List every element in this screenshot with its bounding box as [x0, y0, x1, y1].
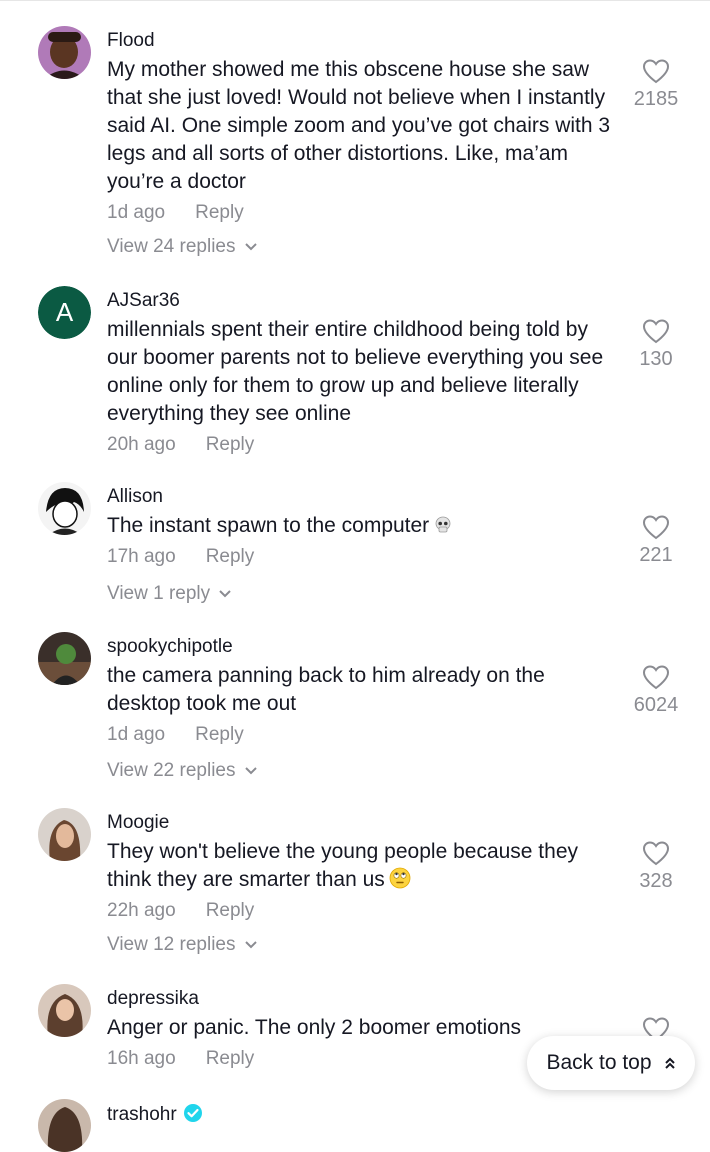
username[interactable]: Moogie — [107, 812, 169, 834]
reply-button[interactable]: Reply — [195, 202, 244, 223]
heart-icon — [642, 841, 670, 866]
avatar[interactable]: A — [38, 286, 91, 339]
comment-meta: 20h ago Reply — [107, 434, 254, 456]
view-replies-label: View 12 replies — [107, 934, 236, 955]
skull-emoji — [435, 516, 451, 533]
avatar[interactable] — [38, 482, 91, 535]
username-text: trashohr — [107, 1104, 177, 1125]
top-divider — [0, 0, 710, 1]
comment-meta: 1d ago Reply — [107, 202, 244, 224]
comment-text-content: They won't believe the young people beca… — [107, 840, 579, 891]
view-replies-button[interactable]: View 22 replies — [107, 760, 258, 782]
avatar[interactable] — [38, 808, 91, 861]
view-replies-button[interactable]: View 12 replies — [107, 934, 258, 956]
avatar[interactable] — [38, 632, 91, 685]
avatar[interactable] — [38, 26, 91, 79]
like-button[interactable]: 221 — [620, 514, 692, 567]
avatar[interactable] — [38, 984, 91, 1037]
comment-meta: 22h ago Reply — [107, 900, 254, 922]
view-replies-label: View 1 reply — [107, 583, 211, 604]
like-button[interactable]: 328 — [620, 840, 692, 893]
view-replies-button[interactable]: View 24 replies — [107, 236, 258, 258]
comment-text: the camera panning back to him already o… — [107, 664, 545, 715]
username[interactable]: spookychipotle — [107, 636, 233, 658]
like-button[interactable]: 6024 — [620, 664, 692, 717]
comment-meta: 16h ago Reply — [107, 1048, 254, 1070]
timestamp: 20h ago — [107, 434, 176, 455]
chevron-down-icon — [244, 767, 257, 775]
timestamp: 1d ago — [107, 202, 166, 223]
view-replies-label: View 22 replies — [107, 760, 236, 781]
heart-icon — [642, 515, 670, 540]
back-to-top-button[interactable]: Back to top — [527, 1036, 695, 1090]
reply-button[interactable]: Reply — [206, 546, 255, 567]
reply-button[interactable]: Reply — [206, 900, 255, 921]
like-count: 221 — [639, 544, 673, 566]
avatar[interactable] — [38, 1099, 91, 1152]
username[interactable]: Flood — [107, 30, 155, 52]
like-count: 130 — [639, 348, 673, 370]
reply-button[interactable]: Reply — [206, 434, 255, 455]
view-replies-label: View 24 replies — [107, 236, 236, 257]
back-to-top-label: Back to top — [546, 1051, 652, 1074]
comment-meta: 1d ago Reply — [107, 724, 244, 746]
reply-button[interactable]: Reply — [206, 1048, 255, 1069]
like-count: 328 — [639, 870, 673, 892]
view-replies-button[interactable]: View 1 reply — [107, 583, 232, 605]
heart-icon — [642, 59, 670, 84]
chevron-down-icon — [219, 590, 231, 598]
chevron-down-icon — [244, 941, 257, 949]
like-button[interactable]: 130 — [620, 318, 692, 371]
heart-icon — [642, 665, 670, 690]
comment-text-content: The instant spawn to the computer — [107, 514, 430, 537]
timestamp: 1d ago — [107, 724, 166, 745]
like-button[interactable]: 2185 — [620, 58, 692, 111]
timestamp: 16h ago — [107, 1048, 176, 1069]
reply-button[interactable]: Reply — [195, 724, 244, 745]
double-chevron-up-icon — [664, 1057, 675, 1069]
verified-badge-icon — [183, 1104, 202, 1122]
timestamp: 22h ago — [107, 900, 176, 921]
username[interactable]: Allison — [107, 486, 163, 508]
like-count: 2185 — [633, 88, 679, 110]
timestamp: 17h ago — [107, 546, 176, 567]
comment-text: My mother showed me this obscene house s… — [107, 58, 611, 193]
username[interactable]: depressika — [107, 988, 199, 1010]
comment-text: They won't believe the young people beca… — [107, 838, 622, 894]
heart-icon — [642, 319, 670, 344]
like-count: 6024 — [633, 694, 679, 716]
eye-roll-emoji — [389, 867, 411, 889]
avatar-letter: A — [38, 286, 91, 339]
comment-meta: 17h ago Reply — [107, 546, 254, 568]
comment-text: The instant spawn to the computer — [107, 512, 622, 540]
chevron-down-icon — [244, 243, 257, 251]
username[interactable]: trashohr — [107, 1103, 203, 1126]
username[interactable]: AJSar36 — [107, 290, 180, 312]
comment-text: millennials spent their entire childhood… — [107, 318, 604, 425]
